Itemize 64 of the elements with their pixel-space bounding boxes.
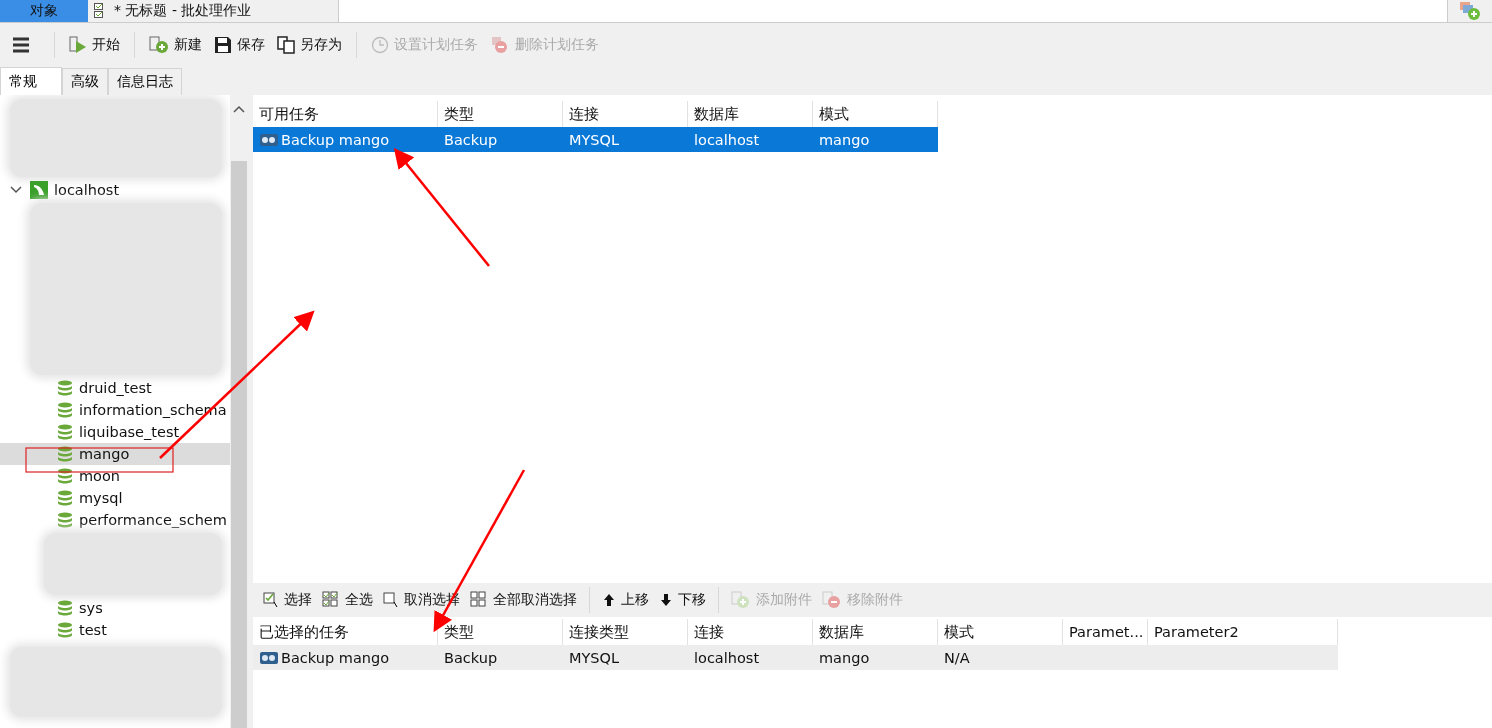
tree-item[interactable]: mango <box>0 443 230 465</box>
copy-icon <box>277 36 295 54</box>
checklist-icon <box>94 3 104 19</box>
toolbar-button[interactable]: 保存 <box>210 33 269 57</box>
database-icon <box>57 621 73 639</box>
database-icon <box>57 599 73 617</box>
add-attachment-icon <box>731 591 751 609</box>
table-cell: MYSQL <box>563 645 688 670</box>
deselect-all-icon <box>470 591 488 609</box>
toolbar-button[interactable]: 开始 <box>65 33 124 57</box>
play-icon <box>69 36 87 54</box>
tree-item[interactable]: performance_schem <box>0 509 230 531</box>
tree-item[interactable]: sys <box>0 597 230 619</box>
table-cell: localhost <box>688 645 813 670</box>
toolbar-button[interactable]: 新建 <box>145 33 206 57</box>
toolbar-button[interactable]: 另存为 <box>273 33 346 57</box>
add-document-icon <box>149 36 169 54</box>
scroll-up-icon[interactable] <box>233 105 245 113</box>
tree-item[interactable]: mysql <box>0 487 230 509</box>
task-icon <box>259 649 279 666</box>
toolbar-button[interactable]: 全部取消选择 <box>466 588 581 612</box>
tree-item[interactable]: moon <box>0 465 230 487</box>
tree-item[interactable]: druid_test <box>0 377 230 399</box>
server-icon <box>30 181 48 199</box>
table-cell: Backup mango <box>253 645 438 670</box>
database-icon <box>57 467 73 485</box>
tree-item[interactable]: test <box>0 619 230 641</box>
toolbar-button[interactable]: 全选 <box>318 588 377 612</box>
tab[interactable]: 常规 <box>0 67 62 95</box>
tab[interactable]: 信息日志 <box>108 68 182 95</box>
database-icon <box>57 511 73 529</box>
scrollbar-thumb[interactable] <box>231 161 247 728</box>
database-icon <box>57 379 73 397</box>
toolbar-button[interactable]: 下移 <box>655 588 710 612</box>
database-icon <box>57 489 73 507</box>
tab[interactable]: 高级 <box>62 68 108 95</box>
database-icon <box>57 423 73 441</box>
database-icon <box>57 401 73 419</box>
chevron-down-icon <box>10 186 22 194</box>
tree-item[interactable]: localhost <box>0 179 230 201</box>
document-tab[interactable]: * 无标题 - 批处理作业 <box>88 0 338 22</box>
arrow-up-icon <box>602 593 616 607</box>
table-cell: localhost <box>688 127 813 152</box>
tree-item[interactable]: liquibase_test <box>0 421 230 443</box>
table-cell: Backup <box>438 645 563 670</box>
table-cell: N/A <box>938 645 1063 670</box>
clock-icon <box>371 36 389 54</box>
table-cell: MYSQL <box>563 127 688 152</box>
toolbar-button[interactable]: 选择 <box>259 588 316 612</box>
toolbar-button[interactable]: 上移 <box>598 588 653 612</box>
table-cell: Backup mango <box>253 127 438 152</box>
remove-icon <box>490 36 510 54</box>
checkbox-icon <box>383 592 399 608</box>
arrow-down-icon <box>659 593 673 607</box>
remove-attachment-icon <box>822 591 842 609</box>
save-icon <box>214 36 232 54</box>
checkbox-icon <box>263 592 279 608</box>
table-cell: mango <box>813 127 938 152</box>
select-all-icon <box>322 591 340 609</box>
table-cell: Backup <box>438 127 563 152</box>
menu-icon[interactable] <box>12 37 30 53</box>
objects-tab[interactable]: 对象 <box>0 0 88 22</box>
task-icon <box>259 131 279 148</box>
table-cell: mango <box>813 645 938 670</box>
